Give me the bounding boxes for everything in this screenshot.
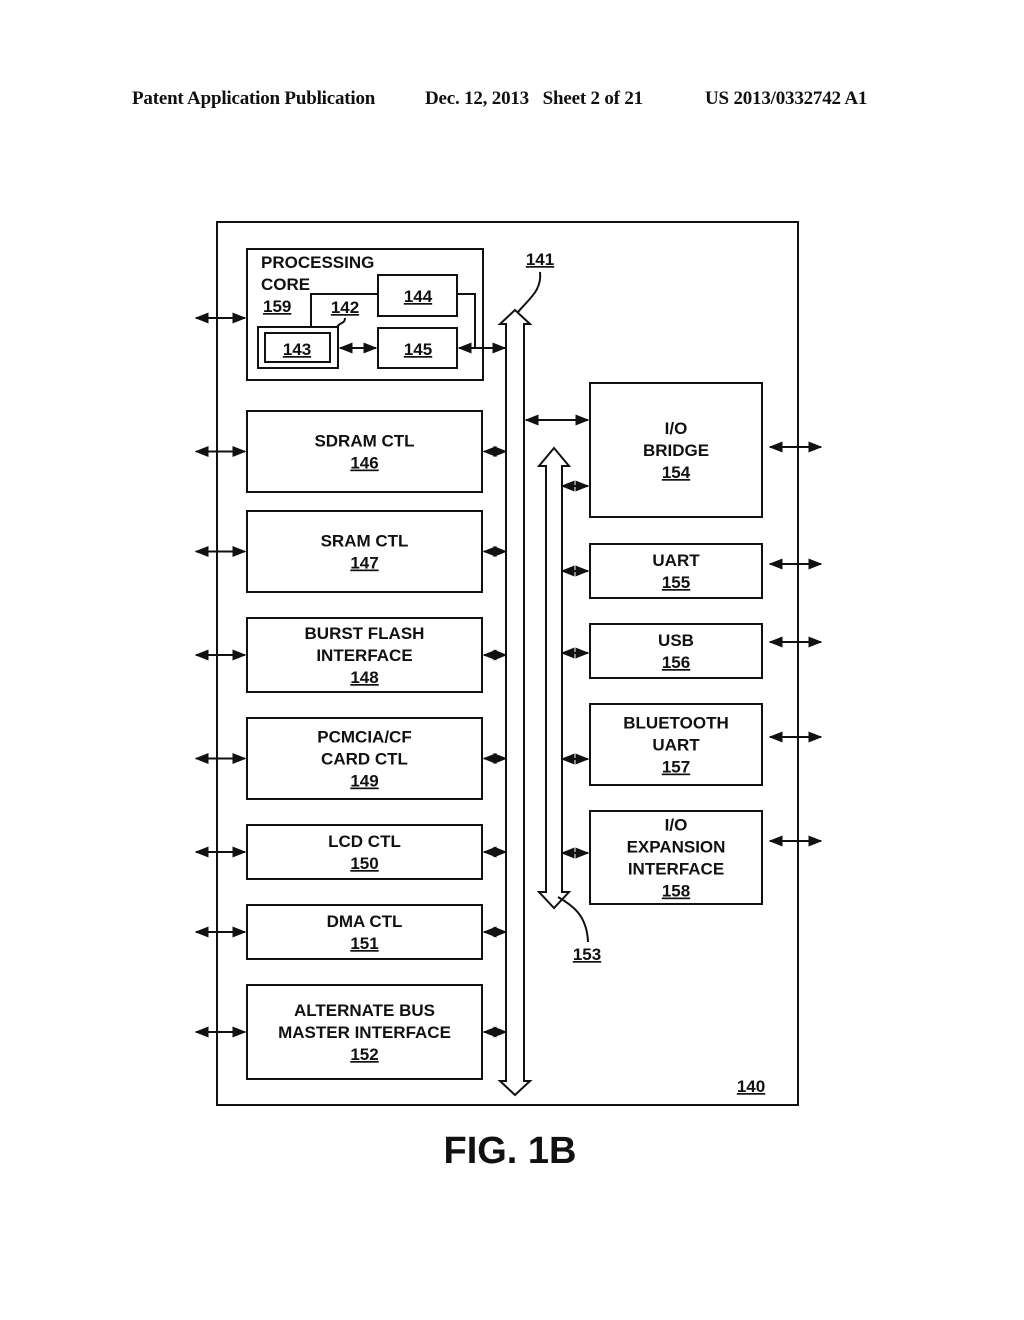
lcd-ctl-label-line: LCD CTL [328,832,401,851]
pcmcia-cf-card-ctl-label-line: CARD CTL [321,750,408,769]
processing-core-title-line2: CORE [261,275,310,294]
block-io-bridge: I/O BRIDGE 154 [560,382,823,518]
main-bus-ref-label: 141 [526,250,554,269]
block-diagram: 140 141 153 PROCESSING CORE 159 144 145 … [194,221,823,1172]
lcd-ctl-ref: 150 [350,854,378,873]
block-uart: UART 155 [560,543,823,599]
block-sram-ctl: SRAM CTL 147 [194,510,508,593]
block-usb: USB 156 [560,623,823,679]
secondary-bus-leader-line [557,896,589,943]
uart-ref: 155 [662,573,690,592]
usb-label-line: USB [658,631,694,650]
burst-flash-interface-ref: 148 [350,668,378,687]
sdram-ctl-label-line: SDRAM CTL [314,432,414,451]
burst-flash-interface-label-line: INTERFACE [316,646,412,665]
dma-ctl-label-line: DMA CTL [327,912,403,931]
main-bus-arrow [497,308,533,1097]
processing-core-title-line1: PROCESSING [261,253,374,272]
io-expansion-interface-label-line: INTERFACE [628,860,724,879]
block-pcmcia-cf-card-ctl: PCMCIA/CF CARD CTL 149 [194,717,508,800]
io-expansion-interface-ref: 158 [662,882,690,901]
block-144-ref: 144 [404,287,433,306]
alternate-bus-master-interface-label-line: ALTERNATE BUS [294,1001,435,1020]
processing-core-ref: 159 [263,297,291,316]
block-sdram-ctl: SDRAM CTL 146 [194,410,508,493]
block-io-expansion-interface: I/O EXPANSION INTERFACE 158 [560,810,823,905]
block-burst-flash-interface: BURST FLASH INTERFACE 148 [194,617,508,693]
block-bluetooth-uart: BLUETOOTH UART 157 [560,703,823,786]
alternate-bus-master-interface-label-line: MASTER INTERFACE [278,1023,451,1042]
io-bridge-ref: 154 [662,463,691,482]
bluetooth-uart-ref: 157 [662,758,690,777]
sram-ctl-label-line: SRAM CTL [321,532,409,551]
block-143-ref: 143 [283,340,311,359]
io-expansion-interface-label-line: EXPANSION [627,838,726,857]
io-bridge-label-line: BRIDGE [643,441,709,460]
alternate-bus-master-interface-ref: 152 [350,1045,378,1064]
block-142-leader [336,317,346,328]
sdram-ctl-box [246,410,483,493]
io-bridge-label-line: I/O [665,419,688,438]
uart-label-line: UART [652,551,700,570]
dma-ctl-ref: 151 [350,934,378,953]
block-lcd-ctl: LCD CTL 150 [194,824,508,880]
pcmcia-cf-card-ctl-label-line: PCMCIA/CF [317,728,411,747]
sdram-ctl-ref: 146 [350,454,378,473]
main-bus-leader-line [517,271,542,313]
secondary-bus-arrow [536,446,572,910]
burst-flash-interface-label-line: BURST FLASH [305,624,425,643]
figure-label: FIG. 1B [443,1130,576,1172]
io-expansion-interface-label-line: I/O [665,816,688,835]
block-alternate-bus-master-interface: ALTERNATE BUS MASTER INTERFACE 152 [194,984,508,1080]
usb-ref: 156 [662,653,690,672]
bluetooth-uart-label-line: BLUETOOTH [623,714,728,733]
block-dma-ctl: DMA CTL 151 [194,904,508,960]
block-142-ref: 142 [331,298,359,317]
link-144-bus [457,293,476,348]
block-145-ref: 145 [404,340,432,359]
sram-ctl-ref: 147 [350,554,378,573]
secondary-bus-ref-label: 153 [573,945,601,964]
sram-ctl-box [246,510,483,593]
system-ref-label: 140 [737,1077,765,1096]
bluetooth-uart-label-line: UART [652,736,700,755]
pcmcia-cf-card-ctl-ref: 149 [350,772,378,791]
